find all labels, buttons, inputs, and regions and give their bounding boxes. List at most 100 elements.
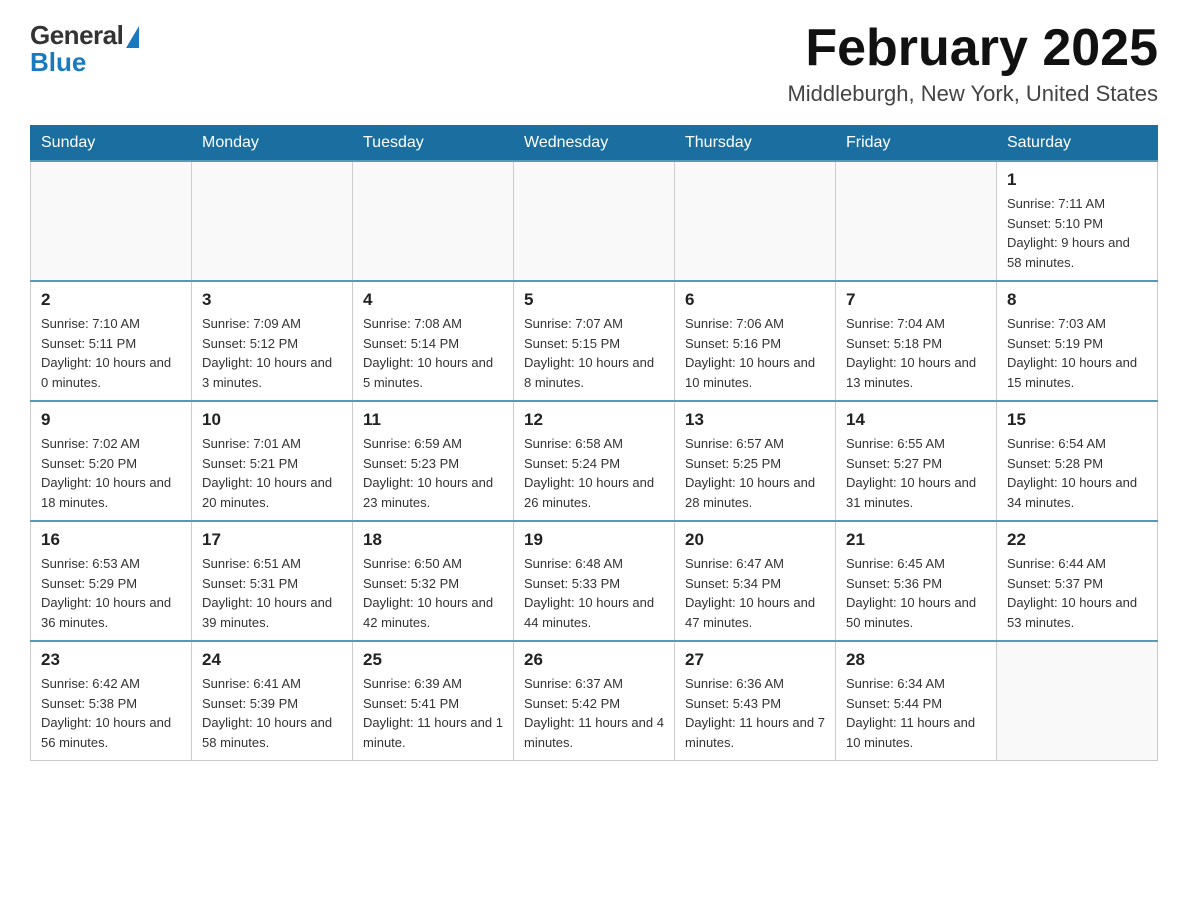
day-number: 17 [202, 530, 342, 550]
day-info: Sunrise: 7:11 AMSunset: 5:10 PMDaylight:… [1007, 194, 1147, 272]
day-number: 1 [1007, 170, 1147, 190]
month-title: February 2025 [787, 20, 1158, 77]
day-number: 19 [524, 530, 664, 550]
calendar-cell [514, 161, 675, 281]
day-number: 27 [685, 650, 825, 670]
calendar-cell [836, 161, 997, 281]
day-info: Sunrise: 6:39 AMSunset: 5:41 PMDaylight:… [363, 674, 503, 752]
calendar-cell: 6 Sunrise: 7:06 AMSunset: 5:16 PMDaylight… [675, 281, 836, 401]
calendar-cell: 15Sunrise: 6:54 AMSunset: 5:28 PMDayligh… [997, 401, 1158, 521]
calendar-week-1: 1 Sunrise: 7:11 AMSunset: 5:10 PMDaylight… [31, 161, 1158, 281]
weekday-header-monday: Monday [192, 126, 353, 162]
day-info: Sunrise: 6:51 AMSunset: 5:31 PMDaylight:… [202, 554, 342, 632]
day-number: 18 [363, 530, 503, 550]
weekday-header-wednesday: Wednesday [514, 126, 675, 162]
day-number: 23 [41, 650, 181, 670]
calendar-cell: 16 Sunrise: 6:53 AMSunset: 5:29 PMDayligh… [31, 521, 192, 641]
day-number: 8 [1007, 290, 1147, 310]
calendar-cell [675, 161, 836, 281]
calendar-cell [997, 641, 1158, 761]
day-info: Sunrise: 6:55 AMSunset: 5:27 PMDaylight:… [846, 434, 986, 512]
logo: General Blue [30, 20, 139, 78]
day-info: Sunrise: 7:09 AMSunset: 5:12 PMDaylight:… [202, 314, 342, 392]
day-number: 22 [1007, 530, 1147, 550]
calendar-cell [192, 161, 353, 281]
day-info: Sunrise: 6:58 AMSunset: 5:24 PMDaylight:… [524, 434, 664, 512]
logo-triangle-icon [126, 26, 139, 48]
day-info: Sunrise: 7:07 AMSunset: 5:15 PMDaylight:… [524, 314, 664, 392]
day-number: 2 [41, 290, 181, 310]
calendar-week-5: 23 Sunrise: 6:42 AMSunset: 5:38 PMDayligh… [31, 641, 1158, 761]
day-number: 25 [363, 650, 503, 670]
day-info: Sunrise: 6:41 AMSunset: 5:39 PMDaylight:… [202, 674, 342, 752]
calendar-table: SundayMondayTuesdayWednesdayThursdayFrid… [30, 125, 1158, 761]
weekday-header-sunday: Sunday [31, 126, 192, 162]
calendar-cell: 12Sunrise: 6:58 AMSunset: 5:24 PMDayligh… [514, 401, 675, 521]
calendar-cell: 23 Sunrise: 6:42 AMSunset: 5:38 PMDayligh… [31, 641, 192, 761]
calendar-cell: 21 Sunrise: 6:45 AMSunset: 5:36 PMDayligh… [836, 521, 997, 641]
day-info: Sunrise: 6:48 AMSunset: 5:33 PMDaylight:… [524, 554, 664, 632]
day-info: Sunrise: 6:59 AMSunset: 5:23 PMDaylight:… [363, 434, 503, 512]
calendar-cell: 18 Sunrise: 6:50 AMSunset: 5:32 PMDayligh… [353, 521, 514, 641]
day-number: 7 [846, 290, 986, 310]
calendar-cell: 20 Sunrise: 6:47 AMSunset: 5:34 PMDayligh… [675, 521, 836, 641]
day-number: 21 [846, 530, 986, 550]
calendar-cell: 9 Sunrise: 7:02 AMSunset: 5:20 PMDaylight… [31, 401, 192, 521]
day-info: Sunrise: 7:08 AMSunset: 5:14 PMDaylight:… [363, 314, 503, 392]
day-info: Sunrise: 6:53 AMSunset: 5:29 PMDaylight:… [41, 554, 181, 632]
location-title: Middleburgh, New York, United States [787, 81, 1158, 107]
calendar-week-2: 2 Sunrise: 7:10 AMSunset: 5:11 PMDaylight… [31, 281, 1158, 401]
calendar-week-4: 16 Sunrise: 6:53 AMSunset: 5:29 PMDayligh… [31, 521, 1158, 641]
calendar-cell: 14Sunrise: 6:55 AMSunset: 5:27 PMDayligh… [836, 401, 997, 521]
calendar-cell [31, 161, 192, 281]
calendar-cell: 13 Sunrise: 6:57 AMSunset: 5:25 PMDayligh… [675, 401, 836, 521]
calendar-cell: 10 Sunrise: 7:01 AMSunset: 5:21 PMDayligh… [192, 401, 353, 521]
calendar-cell: 2 Sunrise: 7:10 AMSunset: 5:11 PMDaylight… [31, 281, 192, 401]
calendar-cell: 22 Sunrise: 6:44 AMSunset: 5:37 PMDayligh… [997, 521, 1158, 641]
calendar-cell [353, 161, 514, 281]
calendar-cell: 25 Sunrise: 6:39 AMSunset: 5:41 PMDayligh… [353, 641, 514, 761]
calendar-week-3: 9 Sunrise: 7:02 AMSunset: 5:20 PMDaylight… [31, 401, 1158, 521]
day-info: Sunrise: 7:06 AMSunset: 5:16 PMDaylight:… [685, 314, 825, 392]
day-info: Sunrise: 6:47 AMSunset: 5:34 PMDaylight:… [685, 554, 825, 632]
day-info: Sunrise: 6:57 AMSunset: 5:25 PMDaylight:… [685, 434, 825, 512]
day-number: 15 [1007, 410, 1147, 430]
calendar-header-row: SundayMondayTuesdayWednesdayThursdayFrid… [31, 126, 1158, 162]
day-number: 6 [685, 290, 825, 310]
day-number: 11 [363, 410, 503, 430]
weekday-header-friday: Friday [836, 126, 997, 162]
day-number: 13 [685, 410, 825, 430]
calendar-cell: 17 Sunrise: 6:51 AMSunset: 5:31 PMDayligh… [192, 521, 353, 641]
calendar-cell: 7Sunrise: 7:04 AMSunset: 5:18 PMDaylight… [836, 281, 997, 401]
calendar-cell: 5 Sunrise: 7:07 AMSunset: 5:15 PMDaylight… [514, 281, 675, 401]
day-info: Sunrise: 6:37 AMSunset: 5:42 PMDaylight:… [524, 674, 664, 752]
calendar-cell: 28Sunrise: 6:34 AMSunset: 5:44 PMDayligh… [836, 641, 997, 761]
title-block: February 2025 Middleburgh, New York, Uni… [787, 20, 1158, 107]
calendar-cell: 11 Sunrise: 6:59 AMSunset: 5:23 PMDayligh… [353, 401, 514, 521]
day-number: 4 [363, 290, 503, 310]
day-info: Sunrise: 7:01 AMSunset: 5:21 PMDaylight:… [202, 434, 342, 512]
day-info: Sunrise: 6:36 AMSunset: 5:43 PMDaylight:… [685, 674, 825, 752]
day-info: Sunrise: 6:42 AMSunset: 5:38 PMDaylight:… [41, 674, 181, 752]
day-info: Sunrise: 7:10 AMSunset: 5:11 PMDaylight:… [41, 314, 181, 392]
day-info: Sunrise: 6:34 AMSunset: 5:44 PMDaylight:… [846, 674, 986, 752]
calendar-cell: 24Sunrise: 6:41 AMSunset: 5:39 PMDayligh… [192, 641, 353, 761]
page-header: General Blue February 2025 Middleburgh, … [30, 20, 1158, 107]
weekday-header-thursday: Thursday [675, 126, 836, 162]
day-number: 16 [41, 530, 181, 550]
day-number: 20 [685, 530, 825, 550]
day-info: Sunrise: 6:44 AMSunset: 5:37 PMDaylight:… [1007, 554, 1147, 632]
day-info: Sunrise: 7:03 AMSunset: 5:19 PMDaylight:… [1007, 314, 1147, 392]
day-info: Sunrise: 6:50 AMSunset: 5:32 PMDaylight:… [363, 554, 503, 632]
calendar-cell: 3Sunrise: 7:09 AMSunset: 5:12 PMDaylight… [192, 281, 353, 401]
calendar-cell: 27 Sunrise: 6:36 AMSunset: 5:43 PMDayligh… [675, 641, 836, 761]
day-number: 10 [202, 410, 342, 430]
day-info: Sunrise: 6:45 AMSunset: 5:36 PMDaylight:… [846, 554, 986, 632]
day-number: 26 [524, 650, 664, 670]
calendar-cell: 26 Sunrise: 6:37 AMSunset: 5:42 PMDayligh… [514, 641, 675, 761]
calendar-cell: 1 Sunrise: 7:11 AMSunset: 5:10 PMDaylight… [997, 161, 1158, 281]
day-info: Sunrise: 7:02 AMSunset: 5:20 PMDaylight:… [41, 434, 181, 512]
day-number: 9 [41, 410, 181, 430]
day-number: 5 [524, 290, 664, 310]
logo-blue-text: Blue [30, 47, 86, 78]
